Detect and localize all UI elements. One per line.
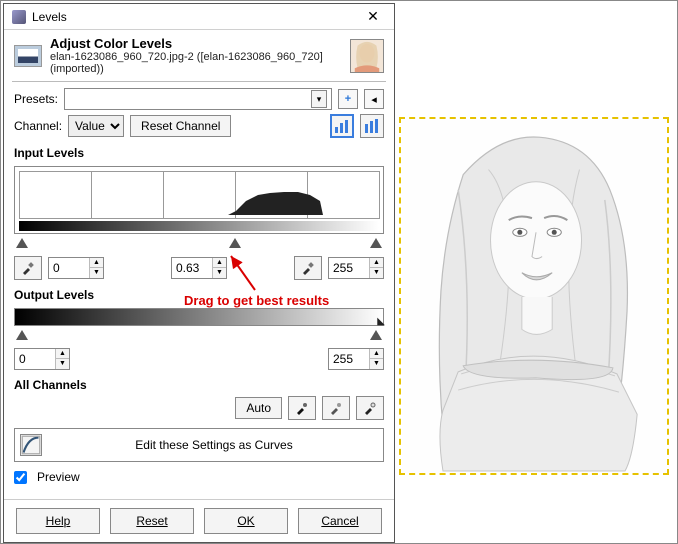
close-button[interactable]: ✕ <box>356 6 390 28</box>
pick-black-button[interactable] <box>288 396 316 420</box>
chevron-down-icon: ▾ <box>311 90 327 108</box>
output-white-handle[interactable] <box>370 330 382 340</box>
curves-icon[interactable] <box>20 434 42 456</box>
edit-as-curves-box: Edit these Settings as Curves <box>14 428 384 462</box>
output-black-handle[interactable] <box>16 330 28 340</box>
annotation-text: Drag to get best results <box>184 293 329 308</box>
titlebar[interactable]: Levels ✕ <box>4 4 394 30</box>
window-title: Levels <box>32 10 67 24</box>
channel-label: Channel: <box>14 119 62 133</box>
reset-channel-button[interactable]: Reset Channel <box>130 115 231 137</box>
input-slider-track[interactable] <box>18 238 380 252</box>
linear-histogram-button[interactable] <box>330 114 354 138</box>
output-white-spin[interactable]: ▲▼ <box>328 348 384 370</box>
log-histogram-button[interactable] <box>360 114 384 138</box>
reset-button[interactable]: Reset <box>110 508 194 534</box>
preview-checkbox[interactable] <box>14 471 27 484</box>
output-slider-track[interactable] <box>18 330 380 344</box>
page-subtitle: elan-1623086_960_720.jpg-2 ([elan-162308… <box>50 51 342 75</box>
input-levels-label: Input Levels <box>14 146 384 160</box>
input-gamma-field[interactable] <box>172 261 212 275</box>
pick-gray-button[interactable] <box>322 396 350 420</box>
levels-icon <box>14 45 42 67</box>
preview-label: Preview <box>37 470 80 484</box>
white-eyedropper-button[interactable] <box>294 256 322 280</box>
presets-combo[interactable]: ▾ <box>64 88 332 110</box>
help-button[interactable]: Help <box>16 508 100 534</box>
app-icon <box>12 10 26 24</box>
annotation-arrow <box>225 252 265 292</box>
black-point-handle[interactable] <box>16 238 28 248</box>
pick-white-button[interactable] <box>356 396 384 420</box>
levels-dialog: Levels ✕ Adjust Color Levels elan-162308… <box>3 3 395 543</box>
page-title: Adjust Color Levels <box>50 36 342 51</box>
black-eyedropper-button[interactable] <box>14 256 42 280</box>
edit-as-curves-button[interactable]: Edit these Settings as Curves <box>50 438 378 452</box>
thumbnail <box>350 39 384 73</box>
ok-button[interactable]: OK <box>204 508 288 534</box>
input-black-spin[interactable]: ▲▼ <box>48 257 104 279</box>
presets-label: Presets: <box>14 92 58 106</box>
input-white-field[interactable] <box>329 261 369 275</box>
input-black-field[interactable] <box>49 261 89 275</box>
channel-select[interactable]: Value <box>68 115 124 137</box>
output-black-spin[interactable]: ▲▼ <box>14 348 70 370</box>
cancel-button[interactable]: Cancel <box>298 508 382 534</box>
gamma-handle[interactable] <box>229 238 241 248</box>
input-white-spin[interactable]: ▲▼ <box>328 257 384 279</box>
white-point-handle[interactable] <box>370 238 382 248</box>
preset-menu-button[interactable]: ◂ <box>364 89 384 109</box>
input-gamma-spin[interactable]: ▲▼ <box>171 257 227 279</box>
dialog-footer: Help Reset OK Cancel <box>4 499 394 542</box>
output-white-field[interactable] <box>329 352 369 366</box>
canvas-preview <box>399 117 669 475</box>
dialog-header: Adjust Color Levels elan-1623086_960_720… <box>4 30 394 79</box>
preview-image <box>401 119 667 473</box>
all-channels-label: All Channels <box>14 378 384 392</box>
output-black-field[interactable] <box>15 352 55 366</box>
histogram[interactable] <box>14 166 384 234</box>
output-gradient[interactable] <box>14 308 384 326</box>
auto-button[interactable]: Auto <box>235 397 282 419</box>
add-preset-button[interactable]: + <box>338 89 358 109</box>
